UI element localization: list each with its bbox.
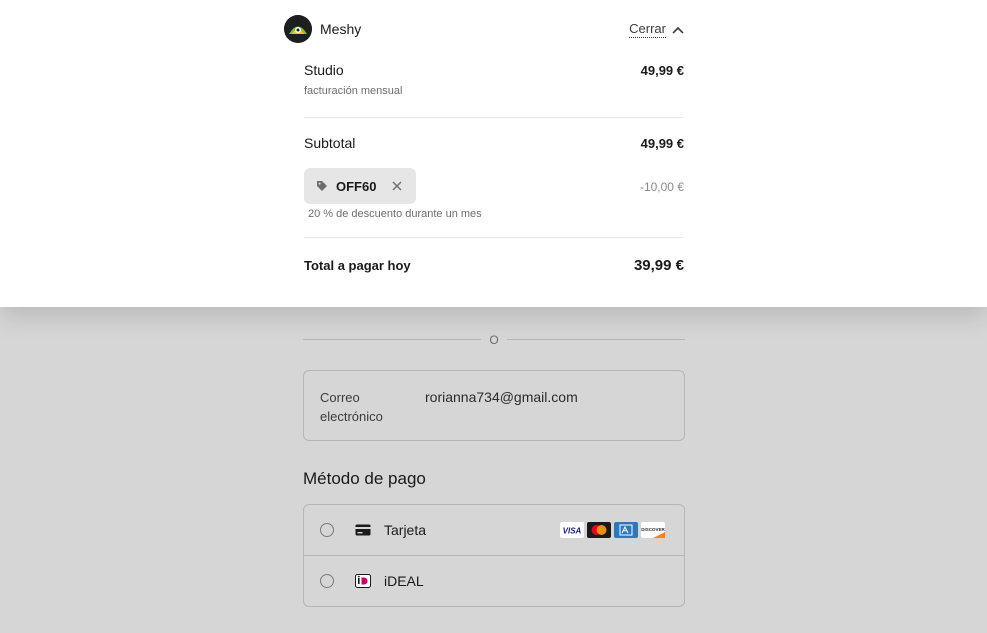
payment-option-card[interactable]: Tarjeta VISA DISCOVER: [304, 505, 684, 556]
or-separator: O: [303, 333, 685, 347]
discover-logo-icon: DISCOVER: [641, 522, 665, 538]
card-option-label: Tarjeta: [384, 522, 427, 538]
ideal-radio[interactable]: [320, 574, 334, 588]
total-row: Total a pagar hoy 39,99 €: [304, 257, 684, 274]
plan-price: 49,99 €: [640, 63, 684, 78]
email-label: Correo electrónico: [320, 390, 383, 424]
close-summary-button[interactable]: Cerrar: [629, 22, 684, 38]
promo-code-chip: OFF60: [304, 168, 416, 204]
email-value: rorianna734@gmail.com: [425, 389, 578, 405]
tag-icon: [316, 180, 328, 192]
separator-line: [507, 339, 685, 340]
svg-text:DISCOVER: DISCOVER: [641, 527, 665, 532]
subtotal-amount: 49,99 €: [640, 136, 684, 151]
total-amount: 39,99 €: [633, 257, 684, 274]
or-separator-text: O: [489, 333, 499, 347]
plan-billing-period: facturación mensual: [304, 85, 403, 97]
remove-promo-icon[interactable]: [392, 181, 402, 191]
brand-name: Meshy: [320, 21, 362, 37]
separator-line: [303, 339, 481, 340]
ideal-icon: [355, 574, 371, 588]
plan-name: Studio: [304, 62, 344, 78]
promo-discount-amount: -10,00 €: [639, 180, 684, 194]
divider: [304, 117, 684, 118]
promo-description: 20 % de descuento durante un mes: [308, 208, 482, 220]
subtotal-row: Subtotal 49,99 €: [304, 135, 684, 151]
visa-logo-icon: VISA: [560, 522, 584, 538]
checkout-form: O Correo electrónico rorianna734@gmail.c…: [303, 307, 685, 633]
svg-text:VISA: VISA: [563, 527, 582, 536]
chevron-up-icon: [672, 26, 684, 34]
divider: [304, 237, 684, 238]
amex-logo-icon: [614, 522, 638, 538]
email-field[interactable]: Correo electrónico rorianna734@gmail.com: [303, 370, 685, 441]
card-brand-logos: VISA DISCOVER: [560, 522, 665, 538]
total-label: Total a pagar hoy: [304, 258, 411, 273]
payment-option-ideal[interactable]: iDEAL: [304, 556, 684, 606]
card-radio[interactable]: [320, 523, 334, 537]
promo-code: OFF60: [336, 178, 377, 194]
payment-method-heading: Método de pago: [303, 469, 426, 488]
ideal-option-label: iDEAL: [384, 573, 424, 589]
order-summary-content: Meshy Cerrar Studio 49,99 € facturación …: [284, 0, 686, 307]
payment-method-options: Tarjeta VISA DISCOVER iDEAL: [303, 504, 685, 607]
card-icon: [355, 524, 371, 536]
subtotal-label: Subtotal: [304, 135, 356, 151]
close-summary-label: Cerrar: [629, 21, 666, 38]
brand: Meshy: [284, 15, 361, 43]
order-summary-panel: Meshy Cerrar Studio 49,99 € facturación …: [0, 0, 987, 307]
plan-row: Studio 49,99 €: [304, 62, 684, 78]
meshy-logo-icon: [284, 15, 312, 43]
mastercard-logo-icon: [587, 522, 611, 538]
